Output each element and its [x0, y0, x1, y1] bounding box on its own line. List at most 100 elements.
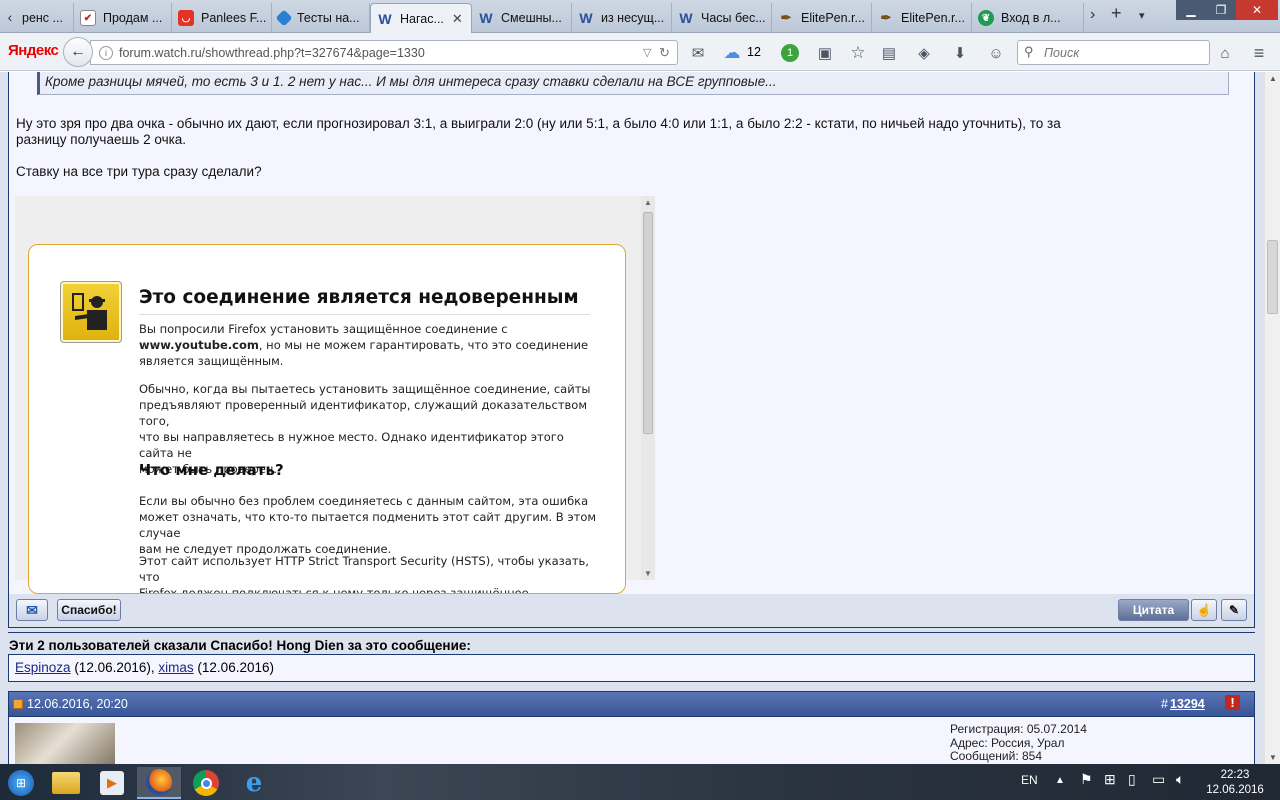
user-address: Адрес: Россия, Урал — [950, 735, 1065, 750]
clock-time: 22:23 — [1220, 769, 1250, 781]
tab-label: Тесты на... — [297, 11, 360, 25]
quote-button[interactable]: Цитата — [1118, 599, 1189, 621]
scroll-down-icon[interactable]: ▼ — [1265, 753, 1280, 762]
embed-scrollbar[interactable]: ▲ ▼ — [641, 196, 655, 580]
report-warning-icon[interactable]: ! — [1225, 695, 1240, 710]
media-player-taskbar-button[interactable]: ▶ — [90, 767, 134, 799]
back-button[interactable]: ← — [63, 37, 93, 67]
user-registration: Регистрация: 05.07.2014 — [950, 722, 1087, 736]
scroll-thumb[interactable] — [643, 212, 653, 434]
language-indicator[interactable]: EN — [1021, 773, 1038, 787]
badge-count: 1 — [781, 44, 799, 62]
error-text: , но мы не можем гарантировать, что это … — [258, 338, 589, 352]
post-number-link[interactable]: 13294 — [1170, 697, 1205, 711]
tabs-scroll-right-button[interactable]: › — [1090, 6, 1095, 24]
close-tab-icon[interactable]: ✕ — [452, 11, 463, 27]
error-text: Этот сайт использует HTTP Strict Transpo… — [139, 554, 589, 584]
weather-cloud-icon[interactable]: ☁ — [722, 43, 742, 63]
internet-explorer-icon: e — [245, 768, 263, 798]
badge-counter[interactable]: 1 — [780, 43, 800, 63]
firefox-taskbar-button[interactable] — [137, 767, 181, 799]
ssl-error-card: Это соединение является недоверенным Вы … — [28, 244, 626, 594]
new-tab-button[interactable]: + — [1111, 3, 1122, 24]
menu-icon[interactable]: ≡ — [1249, 43, 1269, 63]
logo-text: Яндекс — [8, 42, 59, 59]
weather-temperature[interactable]: 12 — [747, 45, 761, 59]
scroll-down-icon[interactable]: ▼ — [641, 569, 655, 578]
search-box[interactable]: ⚲ — [1017, 40, 1210, 65]
tab-label: Часы бес... — [701, 11, 766, 25]
clock[interactable]: 22:23 12.06.2016 — [1200, 768, 1270, 798]
scroll-thumb[interactable] — [1267, 240, 1278, 314]
arrow-left-icon: ← — [70, 43, 86, 60]
embedded-frame[interactable]: Это соединение является недоверенным Вы … — [15, 196, 655, 594]
tray-expand-icon[interactable]: ▲ — [1055, 775, 1065, 786]
chrome-taskbar-button[interactable] — [184, 767, 228, 799]
hand-pointer-icon: ☝ — [1196, 603, 1212, 617]
explorer-taskbar-button[interactable] — [44, 767, 88, 799]
avatar[interactable] — [15, 723, 115, 764]
quick-reply-button[interactable]: ✎ — [1221, 599, 1247, 621]
checkbox-icon: ✔ — [80, 10, 96, 26]
start-button[interactable]: ⊞ — [0, 767, 42, 799]
tab-6[interactable]: W из несущ... — [572, 3, 672, 33]
volume-icon[interactable]: 🔈︎ — [1176, 771, 1184, 788]
chat-icon[interactable]: ☺ — [986, 43, 1006, 63]
yandex-logo[interactable]: Яндекс — [8, 42, 59, 59]
reload-icon[interactable]: ↻ — [659, 45, 670, 61]
tab-3[interactable]: Тесты на... — [272, 3, 370, 33]
tab-0[interactable]: ренс ... — [16, 3, 74, 33]
leaf-icon: ❦ — [978, 10, 994, 26]
mail-icon[interactable]: ✉ — [688, 43, 708, 63]
pocket-icon[interactable]: ◈ — [914, 43, 934, 63]
windows-update-icon[interactable]: ⊞ — [1104, 771, 1116, 788]
tab-10[interactable]: ❦ Вход в л... — [972, 3, 1084, 33]
usb-device-icon[interactable]: ▯ — [1128, 771, 1136, 788]
post-number-prefix: # — [1161, 697, 1168, 711]
reader-icon[interactable]: ▣ — [815, 43, 835, 63]
scroll-up-icon[interactable]: ▲ — [641, 198, 655, 207]
ie-taskbar-button[interactable]: e — [232, 767, 276, 799]
windows-logo-icon: ⊞ — [8, 770, 34, 796]
thanks-users-list: Espinoza (12.06.2016), ximas (12.06.2016… — [8, 654, 1255, 682]
minimize-button[interactable]: ▁ — [1176, 0, 1206, 20]
alice-icon[interactable]: ⌂ — [1215, 43, 1235, 63]
thanks-user-link[interactable]: ximas — [158, 660, 193, 675]
tab-1[interactable]: ✔ Продам ... — [74, 3, 172, 33]
tab-active[interactable]: W Нагас... ✕ — [370, 3, 472, 34]
maximize-button[interactable]: ❐ — [1206, 0, 1236, 20]
tab-5[interactable]: W Смешны... — [472, 3, 572, 33]
tab-7[interactable]: W Часы бес... — [672, 3, 772, 33]
tab-9[interactable]: ✒ ElitePen.r... — [872, 3, 972, 33]
thanks-button[interactable]: Спасибо! — [57, 599, 121, 621]
bookmarks-list-icon[interactable]: ▤ — [879, 43, 899, 63]
close-window-button[interactable]: ✕ — [1236, 0, 1278, 20]
firefox-icon — [146, 769, 172, 795]
error-text: Firefox должен подключаться к нему тольк… — [139, 586, 529, 594]
watch-ru-icon: W — [479, 10, 493, 26]
multiquote-button[interactable]: ☝ — [1191, 599, 1217, 621]
add-reputation-button[interactable]: ✉ — [16, 599, 48, 621]
thanks-user-link[interactable]: Espinoza — [15, 660, 71, 675]
action-center-flag-icon[interactable]: ⚑ — [1080, 771, 1093, 788]
scroll-up-icon[interactable]: ▲ — [1265, 74, 1280, 83]
tab-8[interactable]: ✒ ElitePen.r... — [772, 3, 872, 33]
url-text[interactable]: forum.watch.ru/showthread.php?t=327674&p… — [119, 46, 425, 60]
error-paragraph: Этот сайт использует HTTP Strict Transpo… — [139, 553, 599, 594]
tab-list-button[interactable]: ▾ — [1139, 9, 1145, 22]
url-bar[interactable]: i forum.watch.ru/showthread.php?t=327674… — [90, 40, 678, 65]
diamond-icon — [275, 9, 293, 27]
download-icon[interactable]: ⬇ — [950, 43, 970, 63]
search-input[interactable] — [1042, 44, 1202, 62]
bookmark-star-icon[interactable]: ☆ — [848, 43, 868, 63]
globe-icon: i — [99, 46, 113, 60]
url-dropdown-icon[interactable]: ▽ — [643, 46, 651, 59]
post-date: 12.06.2016, 20:20 — [27, 697, 128, 711]
tab-label: ElitePen.r... — [801, 11, 865, 25]
page-scrollbar[interactable]: ▲ ▼ — [1264, 72, 1280, 764]
network-icon[interactable]: ▭ — [1152, 771, 1165, 788]
post-text-line: Ставку на все три тура сразу сделали? — [16, 164, 262, 179]
tab-2[interactable]: ◡ Panlees F... — [172, 3, 272, 33]
error-text: Вы попросили Firefox установить защищённ… — [139, 322, 508, 336]
clock-date: 12.06.2016 — [1206, 784, 1264, 796]
